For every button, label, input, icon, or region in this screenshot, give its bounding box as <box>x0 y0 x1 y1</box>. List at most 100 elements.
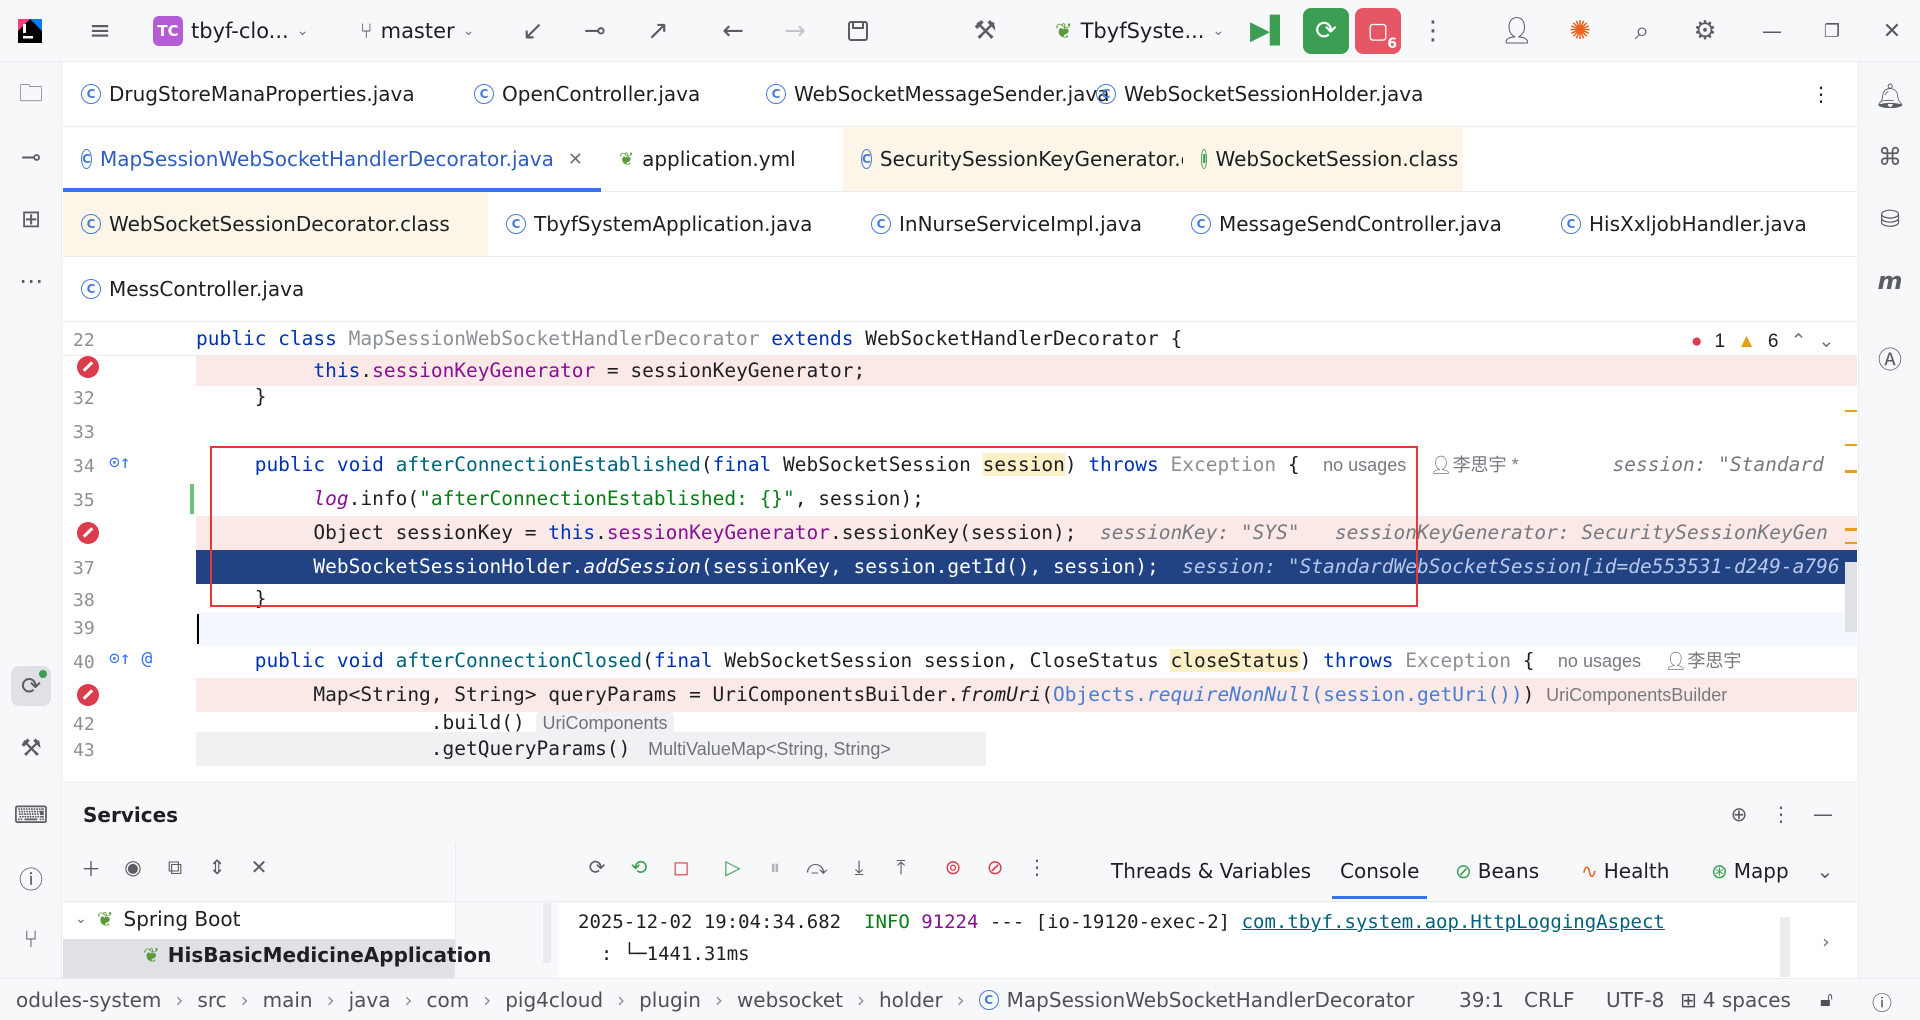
notifications-bell-icon[interactable]: 🔔︎ <box>1870 76 1910 116</box>
restore-icon[interactable]: ❐ <box>1812 11 1852 51</box>
add-service-icon[interactable]: ＋ <box>75 851 107 883</box>
breakpoint-icon[interactable] <box>77 684 99 706</box>
tab-innurseserviceimpl[interactable]: C InNurseServiceImpl.java <box>853 192 1160 256</box>
new-group-icon[interactable]: ⧉ <box>159 851 191 883</box>
tab-mappings[interactable]: ⊛ Mapp <box>1711 851 1789 891</box>
main-menu-icon[interactable]: ≡ <box>80 11 120 51</box>
project-selector[interactable]: TC tbyf-clo... ⌄ <box>153 0 308 62</box>
minimize-panel-icon[interactable]: — <box>1807 798 1839 830</box>
stop-icon[interactable]: ◻ <box>665 851 697 883</box>
stop-badge-button[interactable]: ▢ 6 <box>1355 8 1401 54</box>
rerun-icon[interactable]: ⟳ <box>581 851 613 883</box>
step-out-icon[interactable]: ⤒ <box>885 851 917 883</box>
save-icon[interactable] <box>838 11 878 51</box>
tab-messagesendcontroller[interactable]: C MessageSendController.java <box>1173 192 1520 256</box>
chevron-up-icon[interactable]: ⌃ <box>1790 330 1806 353</box>
git-update-icon[interactable]: ↙ <box>513 11 553 51</box>
console-output[interactable]: 2025-12-02 19:04:34.682 INFO 91224 --- [… <box>558 903 1858 979</box>
tab-beans[interactable]: ⊘ Beans <box>1455 851 1539 891</box>
author-hint[interactable]: 👤︎李思宇 <box>1664 651 1741 671</box>
terminal-icon[interactable]: ⌨ <box>11 795 51 835</box>
build-icon[interactable]: ⚒ <box>11 728 51 768</box>
tab-messcontroller[interactable]: C MessController.java <box>63 257 322 321</box>
breakpoint-icon[interactable] <box>77 522 99 544</box>
close-tab-icon[interactable]: ✕ <box>568 149 583 170</box>
problems-indicator[interactable]: ● 1 ▲ 6 ⌃ ⌄ <box>1691 330 1834 353</box>
forward-icon[interactable]: → <box>775 11 815 51</box>
ai-chat-icon[interactable]: ⌘ <box>1870 137 1910 177</box>
tab-tbyfsystemapplication[interactable]: C TbyfSystemApplication.java <box>488 192 830 256</box>
breadcrumb-item[interactable]: src <box>197 988 226 1012</box>
line-ending[interactable]: CRLF <box>1524 988 1575 1012</box>
collapse-all-icon[interactable]: ✕ <box>243 851 275 883</box>
tab-options-icon[interactable]: ⋮ <box>1793 62 1849 126</box>
maven-icon[interactable]: m <box>1870 261 1910 301</box>
back-icon[interactable]: ← <box>713 11 753 51</box>
git-push-icon[interactable]: ↗ <box>638 11 678 51</box>
expand-all-icon[interactable]: ⇕ <box>201 851 233 883</box>
breadcrumb-item-class[interactable]: C MapSessionWebSocketHandlerDecorator <box>978 988 1414 1012</box>
minimize-icon[interactable]: — <box>1752 11 1792 51</box>
chevron-right-icon[interactable]: › <box>1820 931 1831 953</box>
tab-websocketmessagesender[interactable]: C WebSocketMessageSender.java <box>748 62 1128 126</box>
tab-hisxxljobhandler[interactable]: C HisXxljobHandler.java <box>1543 192 1825 256</box>
chevron-down-icon[interactable]: ⌄ <box>1818 330 1834 353</box>
tab-securitysessionkeygenerator[interactable]: C SecuritySessionKeyGenerator.class <box>843 127 1230 191</box>
log-logger-link[interactable]: com.tbyf.system.aop.HttpLoggingAspect <box>1242 911 1665 933</box>
database-icon[interactable]: ⛁ <box>1870 199 1910 239</box>
more-vertical-icon[interactable]: ⋮ <box>1413 11 1453 51</box>
tab-application-yml[interactable]: ❦ application.yml <box>601 127 814 191</box>
search-icon[interactable]: ⌕ <box>1622 11 1662 51</box>
step-over-icon[interactable]: ⤼ <box>801 851 833 883</box>
tab-websocketsessiondecorator[interactable]: C WebSocketSessionDecorator.class <box>63 192 488 256</box>
pause-icon[interactable]: ⏸ <box>759 851 791 883</box>
tab-opencontroller[interactable]: C OpenController.java <box>456 62 718 126</box>
git-icon[interactable]: ⑂ <box>11 919 51 959</box>
breakpoint-icon[interactable] <box>77 356 99 378</box>
tab-drugstoremanaproperties[interactable]: C DrugStoreManaProperties.java <box>63 62 433 126</box>
tab-mapsessionwebsockethandlerdecorator[interactable]: C MapSessionWebSocketHandlerDecorator.jav… <box>63 127 601 192</box>
breadcrumb-item[interactable]: java <box>349 988 391 1012</box>
tab-websocketsession[interactable]: I WebSocketSession.class <box>1183 127 1463 191</box>
commit-icon[interactable]: ⊸ <box>11 137 51 177</box>
branch-selector[interactable]: ⑂ master ⌄ <box>360 0 474 62</box>
crosshair-icon[interactable]: ⊕ <box>1723 798 1755 830</box>
breadcrumb-item[interactable]: holder <box>879 988 943 1012</box>
git-commit-icon[interactable]: ⊸ <box>575 11 615 51</box>
breadcrumb-item[interactable]: plugin <box>639 988 701 1012</box>
services-icon[interactable]: ⟳ <box>11 666 51 706</box>
more-vertical-icon[interactable]: ⋮ <box>1021 851 1053 883</box>
author-hint[interactable]: 👤︎李思宇 * <box>1430 455 1519 475</box>
tree-scrollbar[interactable] <box>543 903 551 963</box>
debug-run-icon[interactable]: ⟳ <box>1303 8 1349 54</box>
editor-scrollbar[interactable] <box>1837 362 1857 782</box>
override-icon[interactable]: ⊙↑ <box>109 452 131 473</box>
breadcrumb-item[interactable]: com <box>427 988 470 1012</box>
settings-gear-icon[interactable]: ⚙ <box>1685 11 1725 51</box>
more-tools-icon[interactable]: ⋯ <box>11 261 51 301</box>
lock-icon[interactable]: 🔓︎ <box>1820 987 1833 1011</box>
rerun-debug-icon[interactable]: ⟲ <box>623 851 655 883</box>
tab-health[interactable]: ∿ Health <box>1581 851 1669 891</box>
tab-websocketsessionholder[interactable]: C WebSocketSessionHolder.java <box>1078 62 1441 126</box>
tree-item-hisbasicmedicineapplication[interactable]: ❦ HisBasicMedicineApplication <box>143 943 491 967</box>
code-editor[interactable]: 22 public class MapSessionWebSocketHandl… <box>63 322 1857 782</box>
run-config-selector[interactable]: ❦ TbyfSyste... ⌄ <box>1055 0 1224 62</box>
tab-threads-variables[interactable]: Threads & Variables <box>1111 851 1311 891</box>
build-hammer-icon[interactable]: ⚒ <box>965 11 1005 51</box>
problems-icon[interactable]: ⓘ <box>11 857 51 897</box>
breadcrumb-item[interactable]: odules-system <box>16 988 161 1012</box>
step-into-icon[interactable]: ⤓ <box>843 851 875 883</box>
breadcrumb-item[interactable]: pig4cloud <box>505 988 603 1012</box>
project-folder-icon[interactable]: 🗀︎ <box>11 76 51 116</box>
tree-item-spring-boot[interactable]: ⌄ ❦ Spring Boot <box>75 907 240 931</box>
more-vertical-icon[interactable]: ⋮ <box>1765 798 1797 830</box>
indent-setting[interactable]: ⊞ 4 spaces <box>1680 988 1791 1012</box>
ai-assistant-panel-icon[interactable]: Ⓐ <box>1870 337 1910 377</box>
no-usages-hint[interactable]: no usages <box>1558 651 1641 671</box>
resume-icon[interactable]: ▶▌ <box>1250 11 1290 51</box>
problems-status-icon[interactable]: ⓘ <box>1872 987 1892 1016</box>
breadcrumb-item[interactable]: main <box>263 988 313 1012</box>
chevron-down-icon[interactable]: ⌄ <box>1809 855 1841 887</box>
caret-position[interactable]: 39:1 <box>1459 988 1504 1012</box>
